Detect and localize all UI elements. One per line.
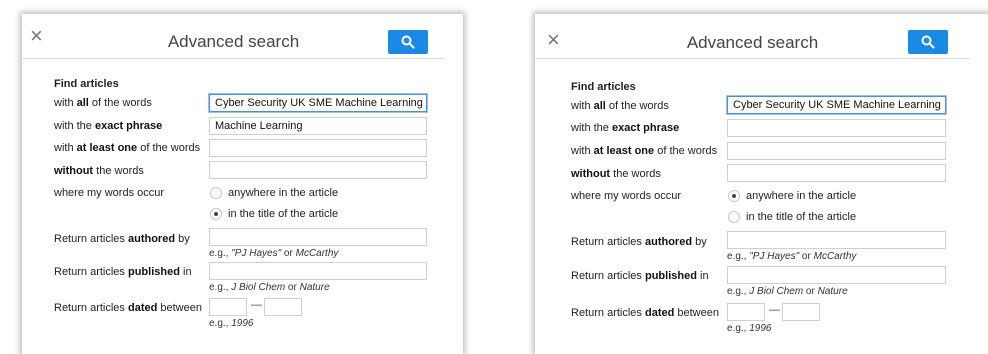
without-label: without the words xyxy=(571,168,661,180)
radio-title[interactable] xyxy=(728,211,740,223)
published-label: Return articles published in xyxy=(54,266,192,278)
all-words-label: with all of the words xyxy=(571,100,669,112)
at-least-one-label: with at least one of the words xyxy=(54,142,201,154)
without-label: without the words xyxy=(54,165,144,177)
dated-hint: e.g., 1996 xyxy=(209,318,254,329)
dated-label: Return articles dated between xyxy=(571,307,719,319)
at-least-one-label: with at least one of the words xyxy=(571,145,718,157)
search-button[interactable] xyxy=(388,30,428,54)
at-least-one-input[interactable] xyxy=(209,139,427,157)
published-hint: e.g., J Biol Chem or Nature xyxy=(727,286,848,297)
authored-label: Return articles authored by xyxy=(571,236,707,248)
published-label: Return articles published in xyxy=(571,270,709,282)
search-icon xyxy=(401,35,415,49)
date-dash: — xyxy=(769,304,780,316)
date-dash: — xyxy=(251,299,262,311)
without-input[interactable] xyxy=(209,161,427,179)
advanced-search-dialog-2: × Advanced search Find articles with all… xyxy=(535,14,988,354)
search-icon xyxy=(921,35,935,49)
section-find-articles: Find articles xyxy=(54,78,119,90)
dated-hint: e.g., 1996 xyxy=(727,323,772,334)
dialog-header: × Advanced search xyxy=(22,14,445,59)
radio-anywhere-label: anywhere in the article xyxy=(228,187,339,199)
authored-input[interactable] xyxy=(209,228,427,246)
exact-phrase-input[interactable] xyxy=(727,119,946,137)
without-input[interactable] xyxy=(727,164,946,182)
radio-title-label: in the title of the article xyxy=(228,208,339,220)
radio-anywhere-label: anywhere in the article xyxy=(746,190,857,202)
dialog-header: × Advanced search xyxy=(535,14,970,59)
date-from-input[interactable] xyxy=(727,303,765,321)
advanced-search-dialog-1: × Advanced search Find articles with all… xyxy=(22,14,463,354)
dated-label: Return articles dated between xyxy=(54,302,202,314)
authored-label: Return articles authored by xyxy=(54,233,190,245)
section-find-articles: Find articles xyxy=(571,81,636,93)
where-occur-label: where my words occur xyxy=(54,187,165,199)
authored-hint: e.g., "PJ Hayes" or McCarthy xyxy=(727,251,857,262)
exact-phrase-input[interactable]: Machine Learning xyxy=(209,117,427,135)
all-words-label: with all of the words xyxy=(54,97,152,109)
dialog-title: Advanced search xyxy=(686,33,819,52)
radio-anywhere[interactable] xyxy=(728,190,740,202)
date-to-input[interactable] xyxy=(264,298,302,316)
exact-phrase-label: with the exact phrase xyxy=(54,120,163,132)
dialog-title: Advanced search xyxy=(167,32,300,51)
authored-hint: e.g., "PJ Hayes" or McCarthy xyxy=(209,248,339,259)
date-to-input[interactable] xyxy=(782,303,820,321)
published-input[interactable] xyxy=(727,266,946,284)
date-from-input[interactable] xyxy=(209,298,247,316)
radio-title-label: in the title of the article xyxy=(746,211,857,223)
all-words-input[interactable]: Cyber Security UK SME Machine Learning xyxy=(727,96,946,114)
radio-title[interactable] xyxy=(210,208,222,220)
at-least-one-input[interactable] xyxy=(727,142,946,160)
search-button[interactable] xyxy=(908,30,948,54)
authored-input[interactable] xyxy=(727,231,946,249)
published-input[interactable] xyxy=(209,262,427,280)
all-words-input[interactable]: Cyber Security UK SME Machine Learning xyxy=(209,94,427,112)
where-occur-label: where my words occur xyxy=(571,190,682,202)
radio-anywhere[interactable] xyxy=(210,187,222,199)
published-hint: e.g., J Biol Chem or Nature xyxy=(209,282,330,293)
exact-phrase-label: with the exact phrase xyxy=(571,122,680,134)
